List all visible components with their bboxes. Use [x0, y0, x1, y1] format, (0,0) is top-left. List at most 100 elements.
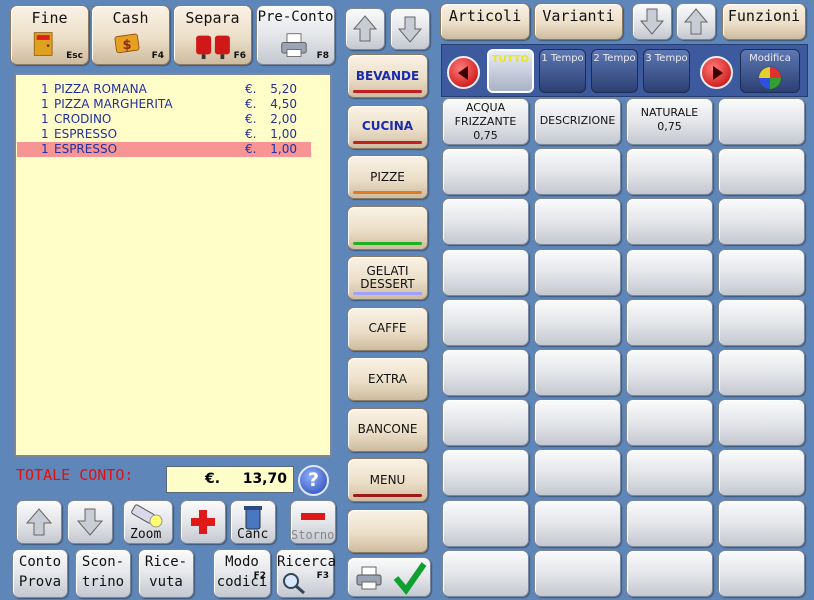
article-button[interactable]: [718, 298, 805, 346]
zoom-button[interactable]: Zoom: [123, 500, 173, 544]
article-button[interactable]: [534, 449, 621, 497]
article-button[interactable]: [534, 499, 621, 547]
category-button[interactable]: MENU: [347, 458, 428, 502]
article-button[interactable]: [718, 449, 805, 497]
order-price: 1,00: [270, 127, 297, 141]
conto-prova-button[interactable]: Conto Prova: [12, 549, 68, 598]
money-icon: $: [114, 33, 140, 54]
article-button[interactable]: [626, 298, 713, 346]
category-down-button[interactable]: [390, 8, 430, 50]
article-button[interactable]: [626, 449, 713, 497]
ricevuta-line2: vuta: [149, 574, 183, 590]
category-button[interactable]: PIZZE: [347, 155, 428, 199]
filter-next-button[interactable]: [700, 56, 733, 89]
order-qty: 1: [41, 142, 49, 156]
article-button[interactable]: [442, 349, 529, 396]
category-button[interactable]: CAFFE: [347, 306, 428, 351]
category-button[interactable]: BEVANDE: [347, 54, 428, 98]
preconto-button[interactable]: Pre-Conto F8: [256, 5, 335, 65]
modifica-button[interactable]: Modifica: [740, 49, 800, 93]
modo-codici-button[interactable]: Modo codici F2: [213, 549, 271, 598]
row-down-button[interactable]: [67, 500, 113, 544]
article-button[interactable]: [626, 198, 713, 246]
article-button[interactable]: [534, 248, 621, 296]
article-button[interactable]: [442, 399, 529, 447]
order-row[interactable]: 1 ESPRESSO €. 1,00: [17, 127, 311, 142]
tab-varianti[interactable]: Varianti: [534, 3, 623, 40]
article-button[interactable]: ACQUA FRIZZANTE 0,75: [442, 98, 529, 145]
article-button[interactable]: NATURALE 0,75: [626, 98, 713, 145]
article-button[interactable]: [718, 98, 805, 145]
article-button[interactable]: [718, 148, 805, 196]
conto-prova-line2: Prova: [18, 574, 62, 590]
article-button[interactable]: [626, 349, 713, 396]
article-button[interactable]: [718, 349, 805, 396]
article-button[interactable]: [718, 499, 805, 547]
article-button[interactable]: [626, 399, 713, 447]
article-button[interactable]: [718, 549, 805, 597]
fine-button[interactable]: Fine Esc: [10, 5, 89, 65]
order-name: CRODINO: [54, 112, 112, 126]
plus-button[interactable]: [180, 500, 226, 544]
row-up-button[interactable]: [16, 500, 62, 544]
article-button[interactable]: [442, 198, 529, 246]
filter-prev-button[interactable]: [447, 56, 480, 89]
arrow-down-icon: [76, 508, 104, 536]
order-row[interactable]: 1 CRODINO €. 2,00: [17, 112, 311, 127]
tab-funzioni[interactable]: Funzioni: [722, 3, 806, 40]
print-confirm-button[interactable]: [347, 557, 431, 597]
article-up-button[interactable]: [676, 3, 716, 40]
scontrino-button[interactable]: Scon- trino: [75, 549, 131, 598]
article-button[interactable]: [718, 248, 805, 296]
arrow-left-icon: [458, 66, 468, 80]
order-currency: €.: [245, 127, 257, 141]
article-button[interactable]: [442, 298, 529, 346]
order-row[interactable]: 1 ESPRESSO €. 1,00: [17, 142, 311, 157]
storno-button[interactable]: Storno: [290, 500, 336, 544]
tab-articoli[interactable]: Articoli: [440, 3, 530, 40]
article-button[interactable]: [534, 298, 621, 346]
filter-tutto[interactable]: TUTTO: [487, 49, 534, 93]
article-button[interactable]: [718, 399, 805, 447]
article-button[interactable]: [442, 499, 529, 547]
article-button[interactable]: [626, 248, 713, 296]
article-button[interactable]: [442, 148, 529, 196]
arrow-up-icon: [683, 8, 709, 35]
article-button[interactable]: [442, 549, 529, 597]
ricerca-line1: Ricerca: [277, 554, 337, 570]
article-button[interactable]: [534, 349, 621, 396]
order-name: PIZZA MARGHERITA: [54, 97, 173, 111]
article-button[interactable]: [626, 549, 713, 597]
canc-button[interactable]: Canc: [230, 500, 276, 544]
ricevuta-button[interactable]: Rice- vuta: [138, 549, 194, 598]
filter-1-tempo[interactable]: 1 Tempo: [539, 49, 586, 93]
article-button[interactable]: [626, 499, 713, 547]
article-button[interactable]: DESCRIZIONE: [534, 98, 621, 145]
checkmark-icon: [393, 562, 427, 595]
order-row[interactable]: 1 PIZZA ROMANA €. 5,20: [17, 82, 311, 97]
help-button[interactable]: ?: [298, 465, 329, 496]
article-button[interactable]: [534, 549, 621, 597]
article-button[interactable]: [626, 148, 713, 196]
category-button[interactable]: CUCINA: [347, 104, 428, 149]
article-button[interactable]: [534, 399, 621, 447]
category-button[interactable]: [347, 205, 428, 250]
separa-button[interactable]: Separa F6: [173, 5, 252, 65]
cash-button[interactable]: Cash $ F4: [91, 5, 170, 65]
category-button[interactable]: EXTRA: [347, 357, 428, 401]
article-button[interactable]: [442, 248, 529, 296]
category-label: MENU: [369, 472, 406, 487]
article-button[interactable]: [442, 449, 529, 497]
article-button[interactable]: [534, 148, 621, 196]
filter-2-tempo[interactable]: 2 Tempo: [591, 49, 638, 93]
ricerca-button[interactable]: Ricerca F3: [276, 549, 337, 598]
category-up-button[interactable]: [345, 8, 385, 50]
filter-3-tempo[interactable]: 3 Tempo: [643, 49, 690, 93]
article-down-button[interactable]: [632, 3, 672, 40]
order-row[interactable]: 1 PIZZA MARGHERITA €. 4,50: [17, 97, 311, 112]
category-button[interactable]: BANCONE: [347, 407, 428, 452]
category-button[interactable]: GELATI DESSERT: [347, 256, 428, 300]
article-button[interactable]: [718, 198, 805, 246]
article-button[interactable]: [534, 198, 621, 246]
category-button[interactable]: [347, 508, 428, 553]
